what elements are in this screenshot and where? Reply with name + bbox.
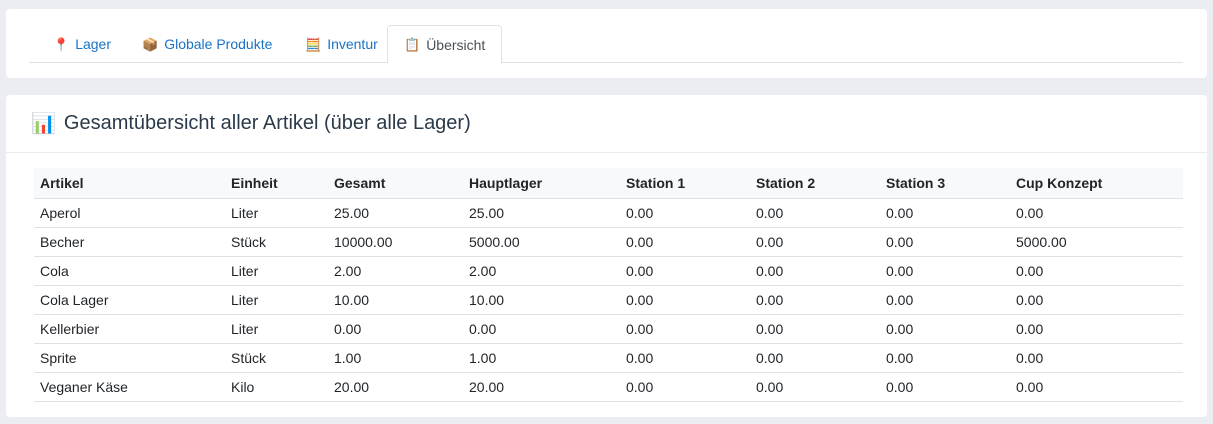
column-header-gesamt: Gesamt xyxy=(328,168,463,199)
table-cell: 0.00 xyxy=(620,285,750,315)
table-header-row: Artikel Einheit Gesamt Hauptlager Statio… xyxy=(34,168,1183,199)
table-cell: 10000.00 xyxy=(328,227,463,257)
table-cell: Kellerbier xyxy=(34,314,225,344)
abacus-icon: 🧮 xyxy=(305,36,322,52)
table-cell: 0.00 xyxy=(750,285,880,315)
column-header-station-2: Station 2 xyxy=(750,168,880,199)
table-cell: 0.00 xyxy=(750,227,880,257)
table-cell: Stück xyxy=(225,343,328,373)
tab-label: Globale Produkte xyxy=(164,36,273,52)
table-cell: 0.00 xyxy=(880,285,1010,315)
tab-bar: 📍 Lager 📦 Globale Produkte 🧮 Inventur 📋 … xyxy=(29,25,1183,64)
table-cell: 0.00 xyxy=(1010,285,1183,315)
tab-label: Inventur xyxy=(327,36,378,52)
table-cell: 2.00 xyxy=(463,256,620,286)
column-header-station-3: Station 3 xyxy=(880,168,1010,199)
table-cell: Becher xyxy=(34,227,225,257)
table-cell: 0.00 xyxy=(750,198,880,228)
tab-inventur[interactable]: 🧮 Inventur xyxy=(289,25,394,63)
tab-uebersicht[interactable]: 📋 Übersicht xyxy=(387,25,502,64)
table-cell: 0.00 xyxy=(620,227,750,257)
table-cell: 0.00 xyxy=(328,314,463,344)
table-cell: 0.00 xyxy=(880,314,1010,344)
tab-lager[interactable]: 📍 Lager xyxy=(37,25,127,63)
table-cell: Kilo xyxy=(225,372,328,402)
page-title: Gesamtübersicht aller Artikel (über alle… xyxy=(63,112,471,134)
table-cell: 0.00 xyxy=(620,372,750,402)
tab-globale-produkte[interactable]: 📦 Globale Produkte xyxy=(126,25,288,63)
table-cell: 0.00 xyxy=(620,314,750,344)
overview-card: 📊 Gesamtübersicht aller Artikel (über al… xyxy=(6,95,1207,417)
package-icon: 📦 xyxy=(142,36,159,52)
table-cell: 25.00 xyxy=(463,198,620,228)
column-header-station-1: Station 1 xyxy=(620,168,750,199)
table-cell: 0.00 xyxy=(620,198,750,228)
table-cell: 0.00 xyxy=(880,256,1010,286)
table-cell: 20.00 xyxy=(328,372,463,402)
table-cell: 0.00 xyxy=(880,227,1010,257)
table-cell: 0.00 xyxy=(1010,314,1183,344)
table-cell: 0.00 xyxy=(1010,372,1183,402)
table-row: Sprite Stück 1.00 1.00 0.00 0.00 0.00 0.00 xyxy=(34,343,1183,373)
table-cell: 20.00 xyxy=(463,372,620,402)
bar-chart-icon: 📊 xyxy=(31,112,56,135)
table-cell: 0.00 xyxy=(880,343,1010,373)
table-cell: 5000.00 xyxy=(1010,227,1183,257)
table-body: Aperol Liter 25.00 25.00 0.00 0.00 0.00 0.00 Bec… xyxy=(34,198,1183,402)
table-cell: Sprite xyxy=(34,343,225,373)
table-cell: 0.00 xyxy=(620,256,750,286)
table-cell: 1.00 xyxy=(328,343,463,373)
column-header-artikel: Artikel xyxy=(34,168,225,199)
table-cell: 25.00 xyxy=(328,198,463,228)
table-cell: Cola Lager xyxy=(34,285,225,315)
table-cell: 5000.00 xyxy=(463,227,620,257)
table-cell: 0.00 xyxy=(1010,256,1183,286)
table-cell: 10.00 xyxy=(463,285,620,315)
table-cell: 0.00 xyxy=(880,198,1010,228)
table-cell: 0.00 xyxy=(750,372,880,402)
pin-icon: 📍 xyxy=(53,36,70,52)
table-cell: 0.00 xyxy=(620,343,750,373)
table-cell: Cola xyxy=(34,256,225,286)
column-header-einheit: Einheit xyxy=(225,168,328,199)
table-row: Kellerbier Liter 0.00 0.00 0.00 0.00 0.00 0.00 xyxy=(34,314,1183,344)
tabs-card: 📍 Lager 📦 Globale Produkte 🧮 Inventur 📋 … xyxy=(6,9,1207,78)
table-cell: Liter xyxy=(225,256,328,286)
table-cell: Liter xyxy=(225,198,328,228)
column-header-hauptlager: Hauptlager xyxy=(463,168,620,199)
table-row: Veganer Käse Kilo 20.00 20.00 0.00 0.00 0.00 0.… xyxy=(34,372,1183,402)
table-cell: 0.00 xyxy=(1010,198,1183,228)
table-cell: Liter xyxy=(225,314,328,344)
table-cell: 2.00 xyxy=(328,256,463,286)
table-cell: 0.00 xyxy=(880,372,1010,402)
table-row: Cola Lager Liter 10.00 10.00 0.00 0.00 0.00 0.0… xyxy=(34,285,1183,315)
table-row: Becher Stück 10000.00 5000.00 0.00 0.00 0.00 50… xyxy=(34,227,1183,257)
table-cell: Veganer Käse xyxy=(34,372,225,402)
table-row: Cola Liter 2.00 2.00 0.00 0.00 0.00 0.00 xyxy=(34,256,1183,286)
table-cell: 0.00 xyxy=(750,343,880,373)
table-row: Aperol Liter 25.00 25.00 0.00 0.00 0.00 0.00 xyxy=(34,198,1183,228)
clipboard-icon: 📋 xyxy=(404,37,421,52)
table-cell: 0.00 xyxy=(750,256,880,286)
overview-table: Artikel Einheit Gesamt Hauptlager Statio… xyxy=(34,168,1183,402)
tab-label: Lager xyxy=(75,36,111,52)
table-cell: 0.00 xyxy=(1010,343,1183,373)
table-cell: Stück xyxy=(225,227,328,257)
table-cell: 0.00 xyxy=(750,314,880,344)
table-cell: 10.00 xyxy=(328,285,463,315)
column-header-cup-konzept: Cup Konzept xyxy=(1010,168,1183,199)
table-cell: 1.00 xyxy=(463,343,620,373)
table-cell: Liter xyxy=(225,285,328,315)
table-cell: 0.00 xyxy=(463,314,620,344)
panel-header: 📊 Gesamtübersicht aller Artikel (über al… xyxy=(6,95,1207,153)
tab-label: Übersicht xyxy=(426,36,486,53)
table-cell: Aperol xyxy=(34,198,225,228)
